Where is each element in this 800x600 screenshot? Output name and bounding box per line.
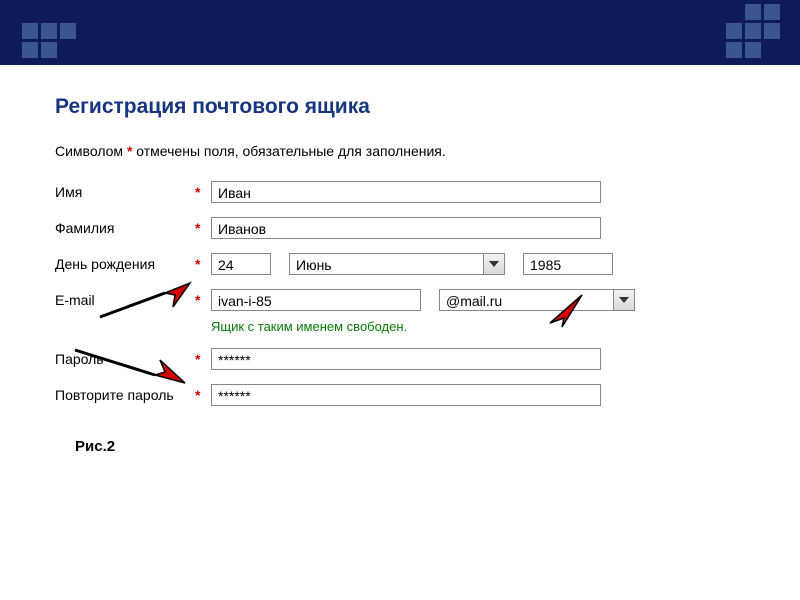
input-last-name[interactable]: Иванов [211,217,601,239]
row-password: Пароль * ****** [55,348,745,370]
required-mark: * [195,220,211,236]
required-mark: * [195,184,211,200]
form-container: Регистрация почтового ящика Символом * о… [0,65,800,465]
select-birthday-month[interactable]: Июнь [289,253,505,275]
row-password-repeat: Повторите пароль * ****** [55,384,745,406]
input-email-user[interactable]: ivan-i-85 [211,289,421,311]
required-mark: * [195,256,211,272]
select-birthday-month-value: Июнь [289,253,484,275]
input-first-name[interactable]: Иван [211,181,601,203]
figure-caption: Рис.2 [75,438,745,455]
label-birthday: День рождения [55,256,195,272]
row-email: E-mail * ivan-i-85 @mail.ru [55,289,745,311]
required-mark: * [195,292,211,308]
label-password: Пароль [55,351,195,367]
label-password-repeat: Повторите пароль [55,387,195,403]
chevron-down-icon[interactable] [614,289,635,311]
label-first-name: Имя [55,184,195,200]
email-available-msg: Ящик с таким именем свободен. [211,319,745,334]
row-last-name: Фамилия * Иванов [55,217,745,239]
label-last-name: Фамилия [55,220,195,236]
chevron-down-icon[interactable] [484,253,505,275]
note-post: отмечены поля, обязательные для заполнен… [132,143,445,159]
required-mark: * [195,387,211,403]
row-birthday: День рождения * 24 Июнь 1985 [55,253,745,275]
note-pre: Символом [55,143,127,159]
required-note: Символом * отмечены поля, обязательные д… [55,143,745,159]
input-birthday-day[interactable]: 24 [211,253,271,275]
header-decor-left [22,4,76,58]
input-birthday-year[interactable]: 1985 [523,253,613,275]
page-title: Регистрация почтового ящика [55,95,745,119]
header-band [0,0,800,65]
select-email-domain[interactable]: @mail.ru [439,289,635,311]
header-decor-right [726,4,780,58]
required-mark: * [195,351,211,367]
select-email-domain-value: @mail.ru [439,289,614,311]
row-first-name: Имя * Иван [55,181,745,203]
input-password[interactable]: ****** [211,348,601,370]
label-email: E-mail [55,292,195,308]
input-password-repeat[interactable]: ****** [211,384,601,406]
